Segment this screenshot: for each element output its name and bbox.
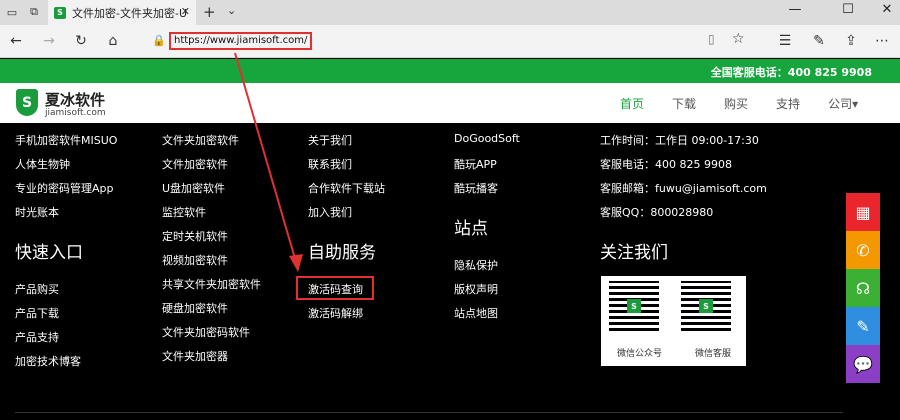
service-qq-text: 客服QQ：800028980 (600, 206, 714, 219)
follow-us-heading: 关注我们 (600, 243, 668, 263)
highlight-box (296, 276, 374, 300)
footer-link[interactable]: 共享文件夹加密软件 (162, 276, 261, 292)
footer-divider (15, 412, 843, 413)
footer-link[interactable]: 定时关机软件 (162, 228, 228, 244)
home-icon[interactable]: ⌂ (104, 33, 122, 49)
tab-actions-icon[interactable]: ▭ (4, 4, 20, 20)
lock-icon: 🔒 (152, 34, 166, 47)
share-icon[interactable]: ⇪ (842, 33, 860, 49)
nav-download[interactable]: 下载 (672, 95, 696, 112)
footer-link[interactable]: 隐私保护 (454, 257, 498, 273)
favicon-icon: S (54, 6, 66, 19)
footer: 手机加密软件MISUO 人体生物钟 专业的密码管理App 时光账本 快速入口 产… (0, 123, 900, 420)
browser-tab-bar: ▭ ⧉ S 文件加密-文件夹加密-U ✕ + ⌄ — ☐ ✕ (0, 0, 900, 25)
back-icon[interactable]: ← (7, 33, 25, 49)
footer-link[interactable]: 加密技术博客 (15, 353, 81, 369)
footer-link[interactable]: 时光账本 (15, 204, 59, 220)
work-hours-text: 工作时间：工作日 09:00-17:30 (600, 134, 759, 147)
footer-link[interactable]: 产品支持 (15, 329, 59, 345)
site-heading: 站点 (454, 219, 488, 239)
logo-name[interactable]: 夏冰软件 (45, 89, 105, 110)
top-strip: 全国客服电话：400 825 9908 (0, 59, 900, 83)
pen-icon[interactable]: ✎ (810, 33, 828, 49)
footer-link[interactable]: 手机加密软件MISUO (15, 132, 117, 148)
chat-icon[interactable]: 💬 (846, 345, 880, 383)
footer-link[interactable]: 视频加密软件 (162, 252, 228, 268)
service-phone-text: 客服电话：400 825 9908 (600, 158, 732, 171)
address-bar[interactable]: 🔒 https://www.jiamisoft.com/ ▯ ☆ (145, 30, 757, 53)
calendar-icon[interactable]: ▦ (846, 193, 880, 231)
footer-link[interactable]: 人体生物钟 (15, 156, 70, 172)
qr-caption: 微信客服 (695, 349, 732, 359)
self-service-heading: 自助服务 (308, 243, 376, 263)
footer-link[interactable]: 站点地图 (454, 305, 498, 321)
browser-nav-bar: ← → ↻ ⌂ 🔒 https://www.jiamisoft.com/ ▯ ☆… (0, 25, 900, 58)
nav-support[interactable]: 支持 (776, 95, 800, 112)
tab-close-icon[interactable]: ✕ (181, 5, 190, 18)
favorites-list-icon[interactable]: ☰ (776, 33, 794, 49)
chevron-down-icon[interactable]: ⌄ (227, 4, 236, 17)
footer-link[interactable]: 加入我们 (308, 204, 352, 220)
minimize-icon[interactable]: — (785, 2, 805, 17)
footer-link[interactable]: 文件加密软件 (162, 156, 228, 172)
qr-logo-icon: S (627, 299, 641, 313)
footer-link[interactable]: DoGoodSoft (454, 132, 520, 145)
footer-link[interactable]: 专业的密码管理App (15, 180, 114, 196)
wechat-public-qr-icon: S (609, 281, 659, 331)
forward-icon[interactable]: → (40, 33, 58, 49)
main-nav: 首页 下载 购买 支持 公司▾ (620, 83, 858, 123)
hotline-text: 全国客服电话：400 825 9908 (710, 66, 872, 79)
headset-icon[interactable]: ☊ (846, 269, 880, 307)
tab-title: 文件加密-文件夹加密-U (72, 6, 187, 20)
footer-link[interactable]: 文件夹加密器 (162, 348, 228, 364)
footer-link[interactable]: 文件夹加密软件 (162, 132, 239, 148)
url-text[interactable]: https://www.jiamisoft.com/ (169, 32, 313, 50)
edit-icon[interactable]: ✎ (846, 307, 880, 345)
footer-link[interactable]: 产品下载 (15, 305, 59, 321)
footer-link[interactable]: 联系我们 (308, 156, 352, 172)
footer-link[interactable]: U盘加密软件 (162, 180, 225, 196)
footer-link[interactable]: 监控软件 (162, 204, 206, 220)
quick-entry-heading: 快速入口 (15, 243, 83, 263)
more-icon[interactable]: ⋯ (873, 33, 891, 49)
footer-link[interactable]: 合作软件下载站 (308, 180, 385, 196)
new-tab-icon[interactable]: + (203, 3, 216, 21)
footer-link[interactable]: 酷玩播客 (454, 180, 498, 196)
qr-caption: 微信公众号 (617, 349, 663, 359)
phone-icon[interactable]: ✆ (846, 231, 880, 269)
tab-active[interactable]: S 文件加密-文件夹加密-U ✕ (48, 0, 196, 25)
footer-link[interactable]: 文件夹加密码软件 (162, 324, 250, 340)
refresh-icon[interactable]: ↻ (72, 33, 90, 49)
logo-shield-icon[interactable]: S (16, 89, 38, 116)
site-header: S 夏冰软件 jiamisoft.com 首页 下载 购买 支持 公司▾ (0, 83, 900, 123)
reading-view-icon[interactable]: ▯ (708, 32, 715, 46)
footer-link[interactable]: 酷玩APP (454, 156, 497, 172)
close-window-icon[interactable]: ✕ (877, 2, 897, 17)
floating-sidebar: ▦ ✆ ☊ ✎ 💬 (846, 193, 880, 383)
nav-company[interactable]: 公司▾ (828, 95, 858, 112)
logo-domain: jiamisoft.com (45, 108, 106, 118)
maximize-icon[interactable]: ☐ (838, 2, 858, 17)
tab-preview-icon[interactable]: ⧉ (26, 4, 42, 20)
wechat-service-qr-icon: S (681, 281, 731, 331)
activation-code-unbind-link[interactable]: 激活码解绑 (308, 305, 363, 321)
qr-code-panel: S S 微信公众号 微信客服 (601, 276, 746, 366)
nav-buy[interactable]: 购买 (724, 95, 748, 112)
service-email-text: 客服邮箱：fuwu@jiamisoft.com (600, 182, 767, 195)
qr-logo-icon: S (699, 299, 713, 313)
footer-link[interactable]: 版权声明 (454, 281, 498, 297)
footer-link[interactable]: 关于我们 (308, 132, 352, 148)
nav-home[interactable]: 首页 (620, 95, 644, 112)
footer-link[interactable]: 产品购买 (15, 281, 59, 297)
footer-link[interactable]: 硬盘加密软件 (162, 300, 228, 316)
favorite-star-icon[interactable]: ☆ (732, 31, 745, 47)
